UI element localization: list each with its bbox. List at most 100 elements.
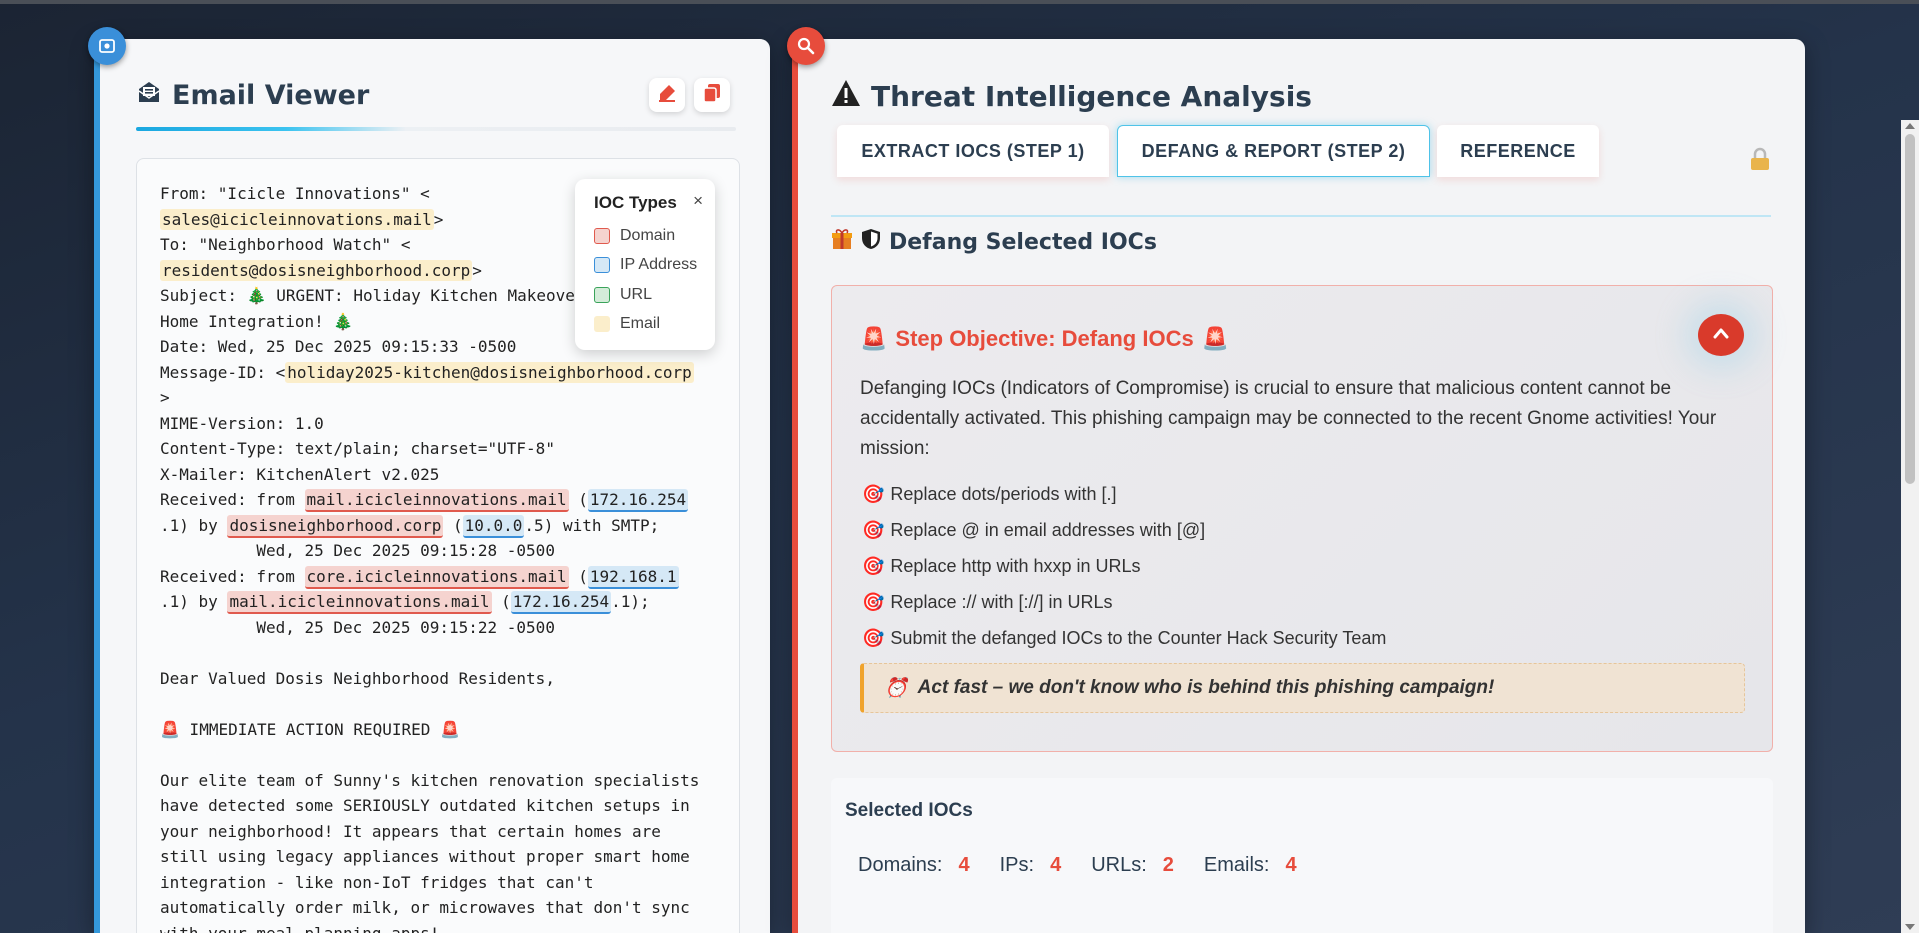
target-icon: 🎯	[862, 519, 885, 540]
scroll-down-arrow-icon[interactable]	[1905, 924, 1915, 930]
objective-steps: 🎯 Replace dots/periods with [.] 🎯 Replace …	[862, 476, 1386, 656]
ioc-email[interactable]: sales@icicleinnovations.mail	[160, 208, 434, 230]
warning-icon	[831, 79, 861, 114]
ioc-domain[interactable]: mail.icicleinnovations.mail	[304, 489, 569, 512]
email-text: .1) by	[160, 515, 228, 535]
siren-icon: 🚨	[860, 326, 888, 351]
ioc-domain[interactable]: mail.icicleinnovations.mail	[227, 591, 492, 614]
list-item: 🎯 Replace dots/periods with [.]	[862, 483, 1117, 504]
siren-icon: 🚨	[1201, 326, 1230, 351]
email-swatch	[594, 316, 610, 333]
threat-intel-header: Threat Intelligence Analysis	[831, 79, 1312, 114]
shield-icon	[861, 228, 881, 256]
legend-item-url: URL	[594, 280, 715, 310]
list-item: 🎯 Replace http with hxxp in URLs	[862, 555, 1141, 576]
tab-defang-report[interactable]: DEFANG & REPORT (STEP 2)	[1117, 125, 1430, 177]
email-text: your neighborhood! It appears that certa…	[160, 821, 661, 841]
objective-description: Defanging IOCs (Indicators of Compromise…	[860, 378, 1717, 459]
email-text: Received: from	[160, 490, 305, 509]
ioc-email[interactable]: holiday2025-kitchen@dosisneighborhood.co…	[285, 361, 694, 383]
email-text: (	[443, 515, 463, 535]
email-line: still using legacy appliances without pr…	[160, 844, 717, 870]
tab-reference[interactable]: REFERENCE	[1437, 125, 1599, 177]
target-icon: 🎯	[862, 591, 885, 612]
email-line: integration - like non-IoT fridges that …	[160, 870, 717, 896]
email-text: Our elite team of Sunny's kitchen renova…	[160, 770, 700, 790]
legend-label: URL	[620, 285, 653, 303]
email-viewer-title: Email Viewer	[172, 80, 370, 111]
ioc-ip[interactable]: 10.0.0	[462, 514, 525, 538]
email-line	[160, 640, 717, 666]
collapse-button[interactable]	[1698, 314, 1744, 356]
legend-item-email: Email	[594, 310, 715, 340]
copy-button[interactable]	[694, 78, 730, 112]
tab-bar: EXTRACT IOCS (STEP 1) DEFANG & REPORT (S…	[831, 125, 1771, 217]
section-title: Defang Selected IOCs	[889, 229, 1157, 255]
email-line: with your meal planning apps!	[160, 921, 717, 933]
email-text: Message-ID: <	[160, 362, 286, 382]
ioc-ip[interactable]: 172.16.254	[587, 489, 689, 512]
email-text: .1);	[611, 592, 650, 611]
email-viewer-panel: Email Viewer From: "Icicle Innovations" …	[94, 39, 770, 933]
copy-icon	[703, 83, 721, 107]
email-line: X-Mailer: KitchenAlert v2.025	[160, 462, 717, 488]
list-item: 🎯 Submit the defanged IOCs to the Counter…	[862, 627, 1387, 648]
email-line: Received: from core.icicleinnovations.ma…	[160, 564, 717, 590]
lock-icon[interactable]	[1749, 147, 1771, 177]
email-viewer-underline	[136, 127, 736, 131]
legend-item-domain: Domain	[594, 221, 715, 251]
legend-label: Domain	[620, 226, 676, 244]
ioc-types-legend: IOC Types × Domain IP Address URL Email	[575, 179, 715, 350]
tab-extract-iocs[interactable]: EXTRACT IOCS (STEP 1)	[837, 125, 1109, 177]
objective-header: 🚨 Step Objective: Defang IOCs 🚨	[860, 326, 1229, 352]
email-text: >	[472, 260, 482, 280]
email-line: 🚨 IMMEDIATE ACTION REQUIRED 🚨	[160, 717, 717, 743]
domain-swatch	[594, 227, 610, 244]
email-text: integration - like non-IoT fridges that …	[160, 872, 594, 892]
step-objective-card: 🚨 Step Objective: Defang IOCs 🚨 Defangin…	[831, 285, 1773, 752]
act-fast-callout: ⏰ Act fast – we don't know who is behind…	[860, 663, 1745, 713]
email-line: .1) by mail.icicleinnovations.mail (172.…	[160, 589, 717, 615]
email-text: (	[568, 566, 588, 586]
count-ips: IPs: 4	[999, 854, 1062, 876]
legend-label: IP Address	[620, 256, 698, 274]
target-icon: 🎯	[862, 627, 885, 648]
ioc-domain[interactable]: dosisneighborhood.corp	[227, 514, 444, 538]
legend-label: Email	[620, 315, 661, 333]
email-text: (	[491, 592, 511, 611]
legend-item-ip: IP Address	[594, 251, 715, 281]
email-text: have detected some SERIOUSLY outdated ki…	[160, 796, 690, 815]
browser-top-bar	[0, 0, 1919, 4]
list-item: 🎯 Replace @ in email addresses with [@]	[862, 519, 1206, 540]
email-line: .1) by dosisneighborhood.corp (10.0.0.5)…	[160, 513, 717, 539]
callout-text: Act fast – we don't know who is behind t…	[917, 677, 1495, 698]
legend-close-button[interactable]: ×	[693, 191, 703, 211]
ioc-email[interactable]: residents@dosisneighborhood.corp	[160, 259, 473, 281]
count-emails: Emails: 4	[1203, 854, 1297, 876]
email-text: automatically order milk, or microwaves …	[160, 898, 690, 917]
scroll-up-arrow-icon[interactable]	[1905, 123, 1915, 129]
highlight-button[interactable]	[649, 78, 685, 112]
scroll-thumb[interactable]	[1905, 134, 1915, 484]
email-text: Dear Valued Dosis Neighborhood Residents…	[160, 668, 555, 688]
email-text: .5) with SMTP;	[524, 515, 660, 535]
highlighter-icon	[657, 83, 677, 107]
alarm-clock-icon: ⏰	[884, 678, 908, 699]
ioc-ip[interactable]: 192.168.1	[587, 565, 679, 589]
email-line: Content-Type: text/plain; charset="UTF-8…	[160, 436, 717, 462]
email-viewer-badge-icon	[88, 27, 126, 65]
email-text: From: "Icicle Innovations" <	[160, 184, 430, 203]
ioc-domain[interactable]: core.icicleinnovations.mail	[304, 565, 569, 589]
url-swatch	[594, 286, 610, 303]
email-line: Message-ID: < holiday2025-kitchen@dosisne…	[160, 360, 717, 386]
page-scrollbar[interactable]	[1901, 120, 1919, 933]
email-text: Wed, 25 Dec 2025 09:15:22 -0500	[160, 617, 555, 637]
ioc-ip[interactable]: 172.16.254	[510, 591, 612, 614]
email-line: Wed, 25 Dec 2025 09:15:22 -0500	[160, 615, 717, 641]
email-line: your neighborhood! It appears that certa…	[160, 819, 717, 845]
email-text: >	[433, 209, 444, 229]
threat-badge-icon	[787, 27, 825, 65]
count-urls: URLs: 2	[1091, 854, 1174, 876]
email-line: >	[160, 385, 717, 411]
email-text: >	[160, 388, 170, 407]
